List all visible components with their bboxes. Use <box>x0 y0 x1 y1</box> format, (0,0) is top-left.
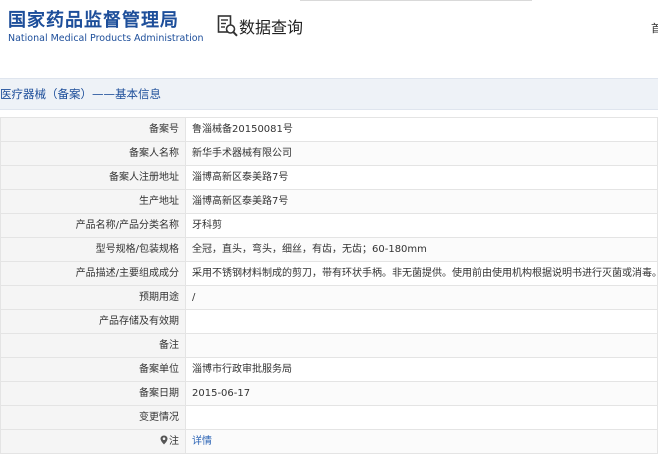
field-value: 淄博高新区泰美路7号 <box>185 189 658 214</box>
table-row: 生产地址 淄博高新区泰美路7号 <box>0 189 658 214</box>
field-value <box>185 333 658 358</box>
field-label: 型号规格/包装规格 <box>0 237 186 262</box>
field-value: 牙科剪 <box>185 213 658 238</box>
field-value <box>185 309 658 334</box>
field-label: 备案人名称 <box>0 141 186 166</box>
field-value: 鲁淄械备20150081号 <box>185 117 658 142</box>
field-label: 变更情况 <box>0 405 186 430</box>
note-label: 注 <box>169 435 179 447</box>
top-divider <box>300 0 532 1</box>
document-search-icon <box>217 15 238 37</box>
field-label: 备案日期 <box>0 381 186 406</box>
field-label: 产品存储及有效期 <box>0 309 186 334</box>
field-label: 预期用途 <box>0 285 186 310</box>
field-label: 备案人注册地址 <box>0 165 186 190</box>
field-value: 采用不锈钢材料制成的剪刀，带有环状手柄。非无菌提供。使用前由使用机构根据说明书进… <box>185 261 658 286</box>
field-label: 产品描述/主要组成成分 <box>0 261 186 286</box>
table-row: 备案人名称 新华手术器械有限公司 <box>0 141 658 166</box>
table-row: 预期用途 / <box>0 285 658 310</box>
table-row: 产品描述/主要组成成分 采用不锈钢材料制成的剪刀，带有环状手柄。非无菌提供。使用… <box>0 261 658 286</box>
section-header: 医疗器械（备案）——基本信息 <box>0 78 658 110</box>
home-link[interactable]: 首 <box>651 20 658 36</box>
field-value: 淄博高新区泰美路7号 <box>185 165 658 190</box>
site-logo-en: National Medical Products Administration <box>8 33 204 44</box>
field-label: 产品名称/产品分类名称 <box>0 213 186 238</box>
field-label: 备案号 <box>0 117 186 142</box>
field-value: 2015-06-17 <box>185 381 658 406</box>
field-value: 全冠，直头，弯头，细丝，有齿，无齿；60-180mm <box>185 237 658 262</box>
table-row-note: 注 详情 <box>0 429 658 454</box>
site-logo-cn[interactable]: 国家药品监督管理局 <box>8 6 179 32</box>
field-value: / <box>185 285 658 310</box>
note-label-cell: 注 <box>0 429 186 454</box>
field-label: 生产地址 <box>0 189 186 214</box>
table-row: 型号规格/包装规格 全冠，直头，弯头，细丝，有齿，无齿；60-180mm <box>0 237 658 262</box>
table-row: 备案人注册地址 淄博高新区泰美路7号 <box>0 165 658 190</box>
location-pin-icon <box>160 435 168 444</box>
table-row: 备注 <box>0 333 658 358</box>
table-row: 产品存储及有效期 <box>0 309 658 334</box>
basic-info-table: 备案号 鲁淄械备20150081号 备案人名称 新华手术器械有限公司 备案人注册… <box>0 117 658 454</box>
table-row: 备案单位 淄博市行政审批服务局 <box>0 357 658 382</box>
details-link[interactable]: 详情 <box>192 436 212 447</box>
field-value: 淄博市行政审批服务局 <box>185 357 658 382</box>
section-title: 医疗器械（备案）——基本信息 <box>0 87 161 101</box>
field-label: 备注 <box>0 333 186 358</box>
data-query-label: 数据查询 <box>239 18 304 37</box>
note-value-cell: 详情 <box>185 429 658 454</box>
table-row: 产品名称/产品分类名称 牙科剪 <box>0 213 658 238</box>
field-value <box>185 405 658 430</box>
field-label: 备案单位 <box>0 357 186 382</box>
table-row: 变更情况 <box>0 405 658 430</box>
field-value: 新华手术器械有限公司 <box>185 141 658 166</box>
table-row: 备案号 鲁淄械备20150081号 <box>0 117 658 142</box>
site-header: 国家药品监督管理局 National Medical Products Admi… <box>0 0 658 72</box>
table-row: 备案日期 2015-06-17 <box>0 381 658 406</box>
